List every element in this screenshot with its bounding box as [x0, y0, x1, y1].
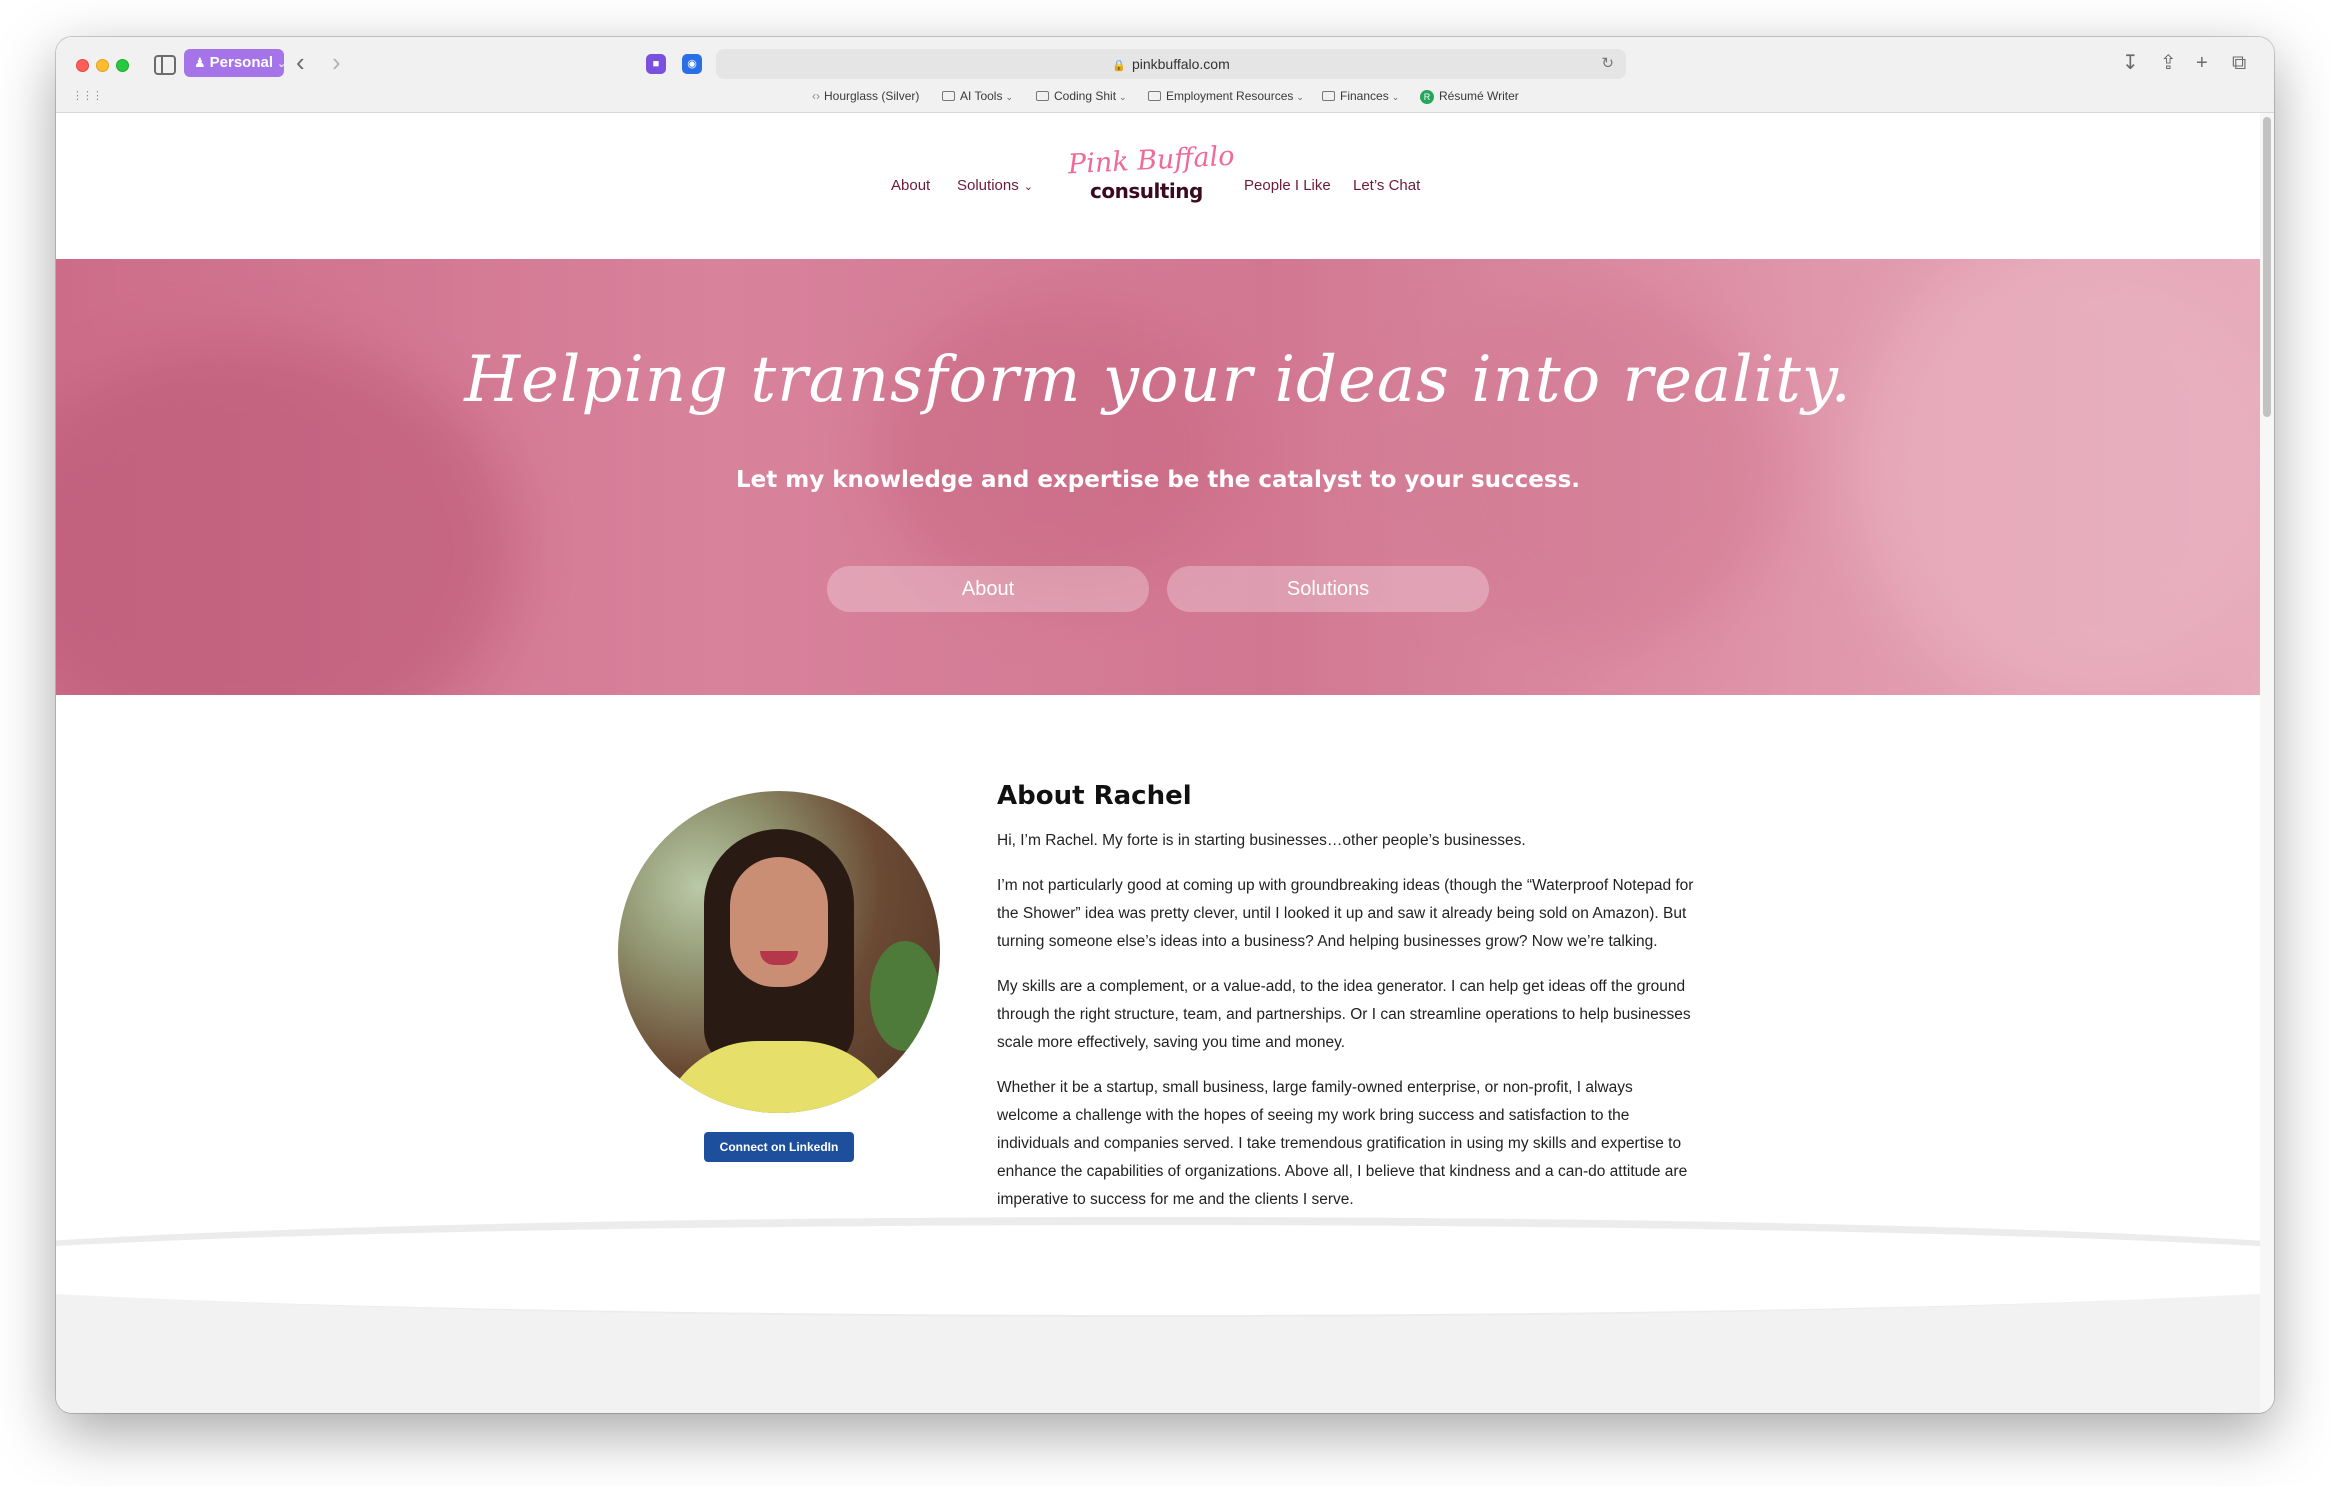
profile-label: Personal: [209, 54, 274, 71]
tab-overview-icon[interactable]: ⧉: [2232, 49, 2246, 77]
chevron-down-icon: ⌄: [1391, 92, 1400, 102]
folder-icon: [1036, 91, 1049, 101]
about-paragraph: Hi, I’m Rachel. My forte is in starting …: [997, 832, 1526, 849]
bookmark-folder-employment[interactable]: Employment Resources ⌄: [1148, 83, 1304, 110]
zoom-window-button[interactable]: [116, 59, 129, 72]
code-icon: ‹›: [812, 89, 820, 103]
password-manager-icon[interactable]: ◉: [682, 54, 702, 74]
bookmark-label: Finances: [1340, 89, 1389, 103]
new-tab-icon[interactable]: +: [2196, 49, 2208, 77]
about-body: Hi, I’m Rachel. My forte is in starting …: [997, 827, 1697, 1231]
photo-face-shape: [730, 857, 828, 987]
about-section: Connect on LinkedIn About Rachel Hi, I’m…: [56, 695, 2260, 1255]
lock-icon: 🔒: [1112, 60, 1126, 72]
downloads-icon[interactable]: ↧: [2122, 49, 2139, 77]
folder-icon: [942, 91, 955, 101]
person-icon: ♟: [194, 55, 206, 70]
linkedin-button[interactable]: Connect on LinkedIn: [704, 1132, 854, 1162]
site-logo[interactable]: Pink Buffalo consulting: [1066, 141, 1235, 225]
resume-writer-icon: R: [1420, 90, 1434, 104]
bookmark-label: AI Tools: [960, 89, 1003, 103]
logo-script-text: Pink Buffalo: [1067, 140, 1236, 181]
nav-chat[interactable]: Let’s Chat: [1353, 177, 1420, 194]
about-paragraph: I’m not particularly good at coming up w…: [997, 877, 1694, 950]
hero-solutions-button[interactable]: Solutions: [1167, 566, 1489, 612]
scrollbar-thumb[interactable]: [2263, 117, 2271, 417]
bookmark-folder-finances[interactable]: Finances ⌄: [1322, 83, 1399, 110]
hero-banner: Helping transform your ideas into realit…: [56, 259, 2260, 695]
bookmark-folder-ai-tools[interactable]: AI Tools ⌄: [942, 83, 1013, 110]
forward-button[interactable]: ›: [332, 47, 341, 77]
nav-solutions-label: Solutions: [957, 177, 1019, 194]
about-paragraph: Whether it be a startup, small business,…: [997, 1079, 1688, 1208]
chevron-down-icon: ⌄: [1023, 181, 1033, 193]
bookmark-label: Coding Shit: [1054, 89, 1117, 103]
nav-about[interactable]: About: [891, 177, 930, 194]
minimize-window-button[interactable]: [96, 59, 109, 72]
chevron-down-icon: ⌄: [1119, 92, 1127, 102]
url-text: pinkbuffalo.com: [1131, 56, 1230, 72]
hero-subtitle: Let my knowledge and expertise be the ca…: [736, 467, 1580, 493]
page-viewport: About Solutions ⌄ Pink Buffalo consulting…: [56, 113, 2274, 1413]
sidebar-toggle-icon[interactable]: [154, 55, 176, 75]
nav-people[interactable]: People I Like: [1244, 177, 1331, 194]
profile-button[interactable]: ♟ Personal ⌄: [184, 49, 287, 77]
about-heading: About Rachel: [997, 781, 1192, 811]
extension-icon[interactable]: ■: [646, 54, 666, 74]
chevron-down-icon: ⌄: [1005, 92, 1014, 102]
grid-icon[interactable]: ⋮⋮⋮: [72, 83, 103, 109]
bookmark-label: Employment Resources: [1166, 89, 1294, 103]
bookmark-hourglass[interactable]: ‹› Hourglass (Silver): [812, 83, 919, 109]
address-bar[interactable]: 🔒 pinkbuffalo.com ↻: [716, 49, 1626, 79]
chevron-down-icon: ⌄: [1296, 92, 1304, 102]
about-paragraph: My skills are a complement, or a value-a…: [997, 978, 1691, 1051]
site-header: About Solutions ⌄ Pink Buffalo consulting…: [56, 113, 2260, 259]
browser-toolbar: ♟ Personal ⌄ ‹ › ■ ◉ 🔒 pinkbuffalo.com ↻ ↧ …: [56, 37, 2274, 113]
reload-icon[interactable]: ↻: [1601, 49, 1614, 79]
back-button[interactable]: ‹: [296, 47, 305, 77]
nav-solutions[interactable]: Solutions ⌄: [957, 177, 1033, 194]
bookmark-label: Résumé Writer: [1439, 89, 1519, 103]
hero-about-button[interactable]: About: [827, 566, 1149, 612]
photo-shirt-shape: [658, 1041, 900, 1113]
browser-window: ♟ Personal ⌄ ‹ › ■ ◉ 🔒 pinkbuffalo.com ↻ ↧ …: [56, 37, 2274, 1413]
bookmarks-bar: ⋮⋮⋮ ‹› Hourglass (Silver) AI Tools ⌄ Codin…: [56, 83, 2274, 109]
chevron-down-icon: ⌄: [277, 58, 287, 70]
share-icon[interactable]: ⇪: [2160, 49, 2177, 77]
footer-wave: [56, 1225, 2274, 1315]
close-window-button[interactable]: [76, 59, 89, 72]
bookmark-folder-coding[interactable]: Coding Shit ⌄: [1036, 83, 1127, 110]
bookmark-resume-writer[interactable]: R Résumé Writer: [1420, 83, 1519, 109]
folder-icon: [1148, 91, 1161, 101]
photo-leaf-shape: [870, 941, 940, 1051]
bookmark-label: Hourglass (Silver): [824, 89, 920, 103]
scrollbar[interactable]: [2260, 113, 2274, 1413]
folder-icon: [1322, 91, 1335, 101]
hero-title: Helping transform your ideas into realit…: [464, 343, 1852, 417]
footer-band: [56, 1217, 2274, 1413]
logo-word-text: consulting: [1090, 179, 1203, 203]
profile-photo: [618, 791, 940, 1113]
